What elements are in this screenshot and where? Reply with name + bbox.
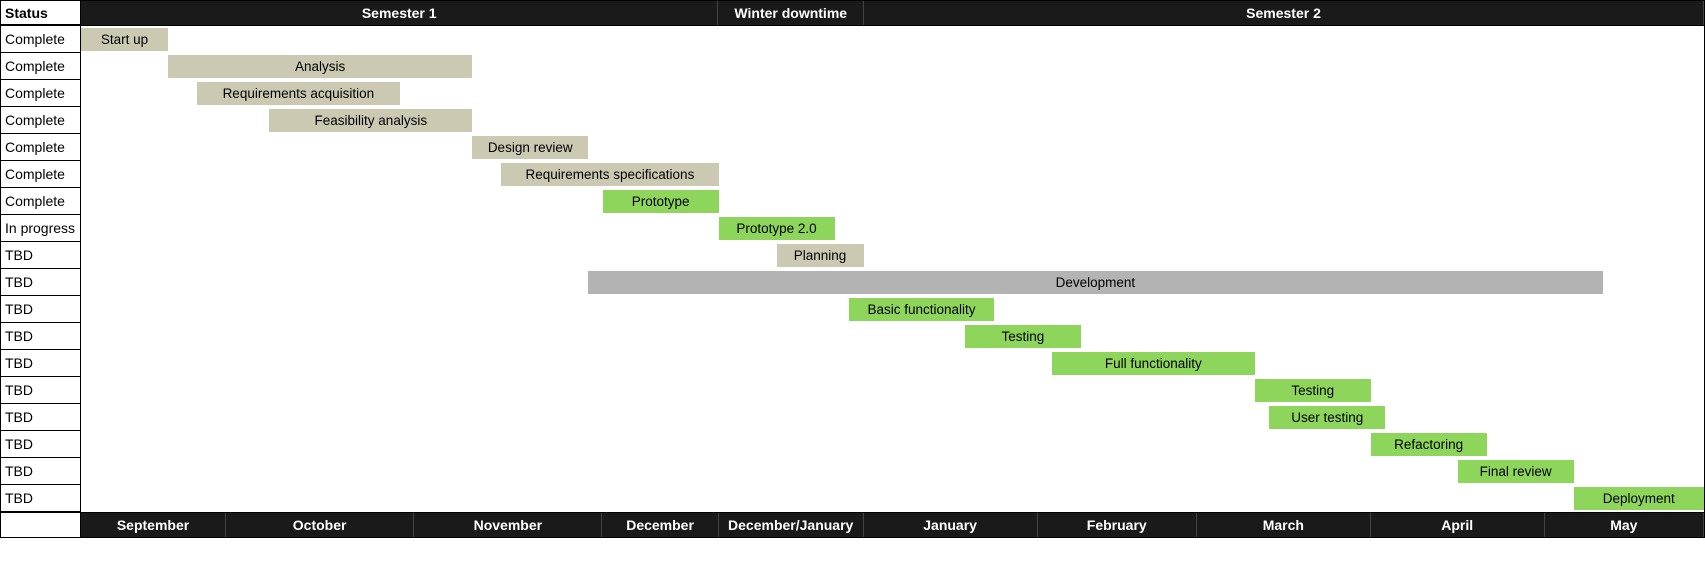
status-cell: TBD [1, 323, 81, 350]
gantt-track: Refactoring [81, 431, 1704, 458]
section-header: Semester 2 [864, 1, 1704, 25]
gantt-row: Complete Design review [1, 134, 1704, 161]
status-cell: TBD [1, 485, 81, 512]
gantt-track: Requirements acquisition [81, 80, 1704, 107]
status-cell: TBD [1, 404, 81, 431]
gantt-bar[interactable]: Prototype 2.0 [719, 217, 835, 240]
month-footer: April [1371, 513, 1545, 537]
month-footers: SeptemberOctoberNovemberDecemberDecember… [81, 513, 1704, 537]
gantt-row: Complete Prototype [1, 188, 1704, 215]
gantt-track: Prototype [81, 188, 1704, 215]
gantt-track: Analysis [81, 53, 1704, 80]
gantt-row: Complete Analysis [1, 53, 1704, 80]
month-footer: May [1545, 513, 1704, 537]
status-cell: Complete [1, 188, 81, 215]
gantt-bar[interactable]: Testing [965, 325, 1081, 348]
gantt-bar[interactable]: Planning [777, 244, 864, 267]
gantt-track: Requirements specifications [81, 161, 1704, 188]
gantt-row: TBD Final review [1, 458, 1704, 485]
status-cell: TBD [1, 458, 81, 485]
gantt-row: Complete Requirements acquisition [1, 80, 1704, 107]
gantt-row: TBD User testing [1, 404, 1704, 431]
gantt-footer: SeptemberOctoberNovemberDecemberDecember… [1, 512, 1704, 537]
gantt-track: Deployment [81, 485, 1704, 512]
gantt-row: Complete Requirements specifications [1, 161, 1704, 188]
gantt-track: User testing [81, 404, 1704, 431]
gantt-track: Testing [81, 323, 1704, 350]
gantt-bar[interactable]: Requirements specifications [501, 163, 718, 186]
gantt-bar[interactable]: Prototype [603, 190, 719, 213]
status-footer-blank [1, 513, 81, 537]
status-cell: In progress [1, 215, 81, 242]
month-footer: January [864, 513, 1038, 537]
gantt-chart: Status Semester 1Winter downtimeSemester… [0, 0, 1705, 538]
gantt-row: In progress Prototype 2.0 [1, 215, 1704, 242]
gantt-row: TBD Planning [1, 242, 1704, 269]
gantt-row: TBD Testing [1, 377, 1704, 404]
gantt-bar[interactable]: Full functionality [1052, 352, 1255, 375]
status-cell: Complete [1, 80, 81, 107]
month-footer: October [226, 513, 414, 537]
gantt-track: Final review [81, 458, 1704, 485]
gantt-bar[interactable]: Deployment [1574, 487, 1704, 510]
gantt-bar[interactable]: Basic functionality [849, 298, 994, 321]
gantt-track: Planning [81, 242, 1704, 269]
status-header: Status [1, 1, 81, 25]
gantt-row: TBD Development [1, 269, 1704, 296]
status-cell: TBD [1, 242, 81, 269]
month-footer: March [1197, 513, 1371, 537]
gantt-track: Design review [81, 134, 1704, 161]
gantt-track: Testing [81, 377, 1704, 404]
month-footer: December/January [719, 513, 864, 537]
month-footer: December [602, 513, 718, 537]
gantt-row: TBD Basic functionality [1, 296, 1704, 323]
gantt-bar[interactable]: Start up [81, 28, 168, 51]
gantt-bar[interactable]: Analysis [168, 55, 472, 78]
gantt-bar[interactable]: Design review [472, 136, 588, 159]
section-header: Winter downtime [718, 1, 864, 25]
gantt-bar[interactable]: Testing [1255, 379, 1371, 402]
status-cell: TBD [1, 377, 81, 404]
month-footer: February [1038, 513, 1197, 537]
gantt-row: CompleteStart up [1, 26, 1704, 53]
section-header: Semester 1 [81, 1, 718, 25]
month-footer: September [81, 513, 226, 537]
gantt-bar[interactable]: Final review [1458, 460, 1574, 483]
status-cell: TBD [1, 431, 81, 458]
status-cell: Complete [1, 161, 81, 188]
gantt-track: Prototype 2.0 [81, 215, 1704, 242]
status-cell: TBD [1, 296, 81, 323]
gantt-track: Full functionality [81, 350, 1704, 377]
status-cell: Complete [1, 53, 81, 80]
gantt-track: Feasibility analysis [81, 107, 1704, 134]
gantt-row: TBD Testing [1, 323, 1704, 350]
section-headers: Semester 1Winter downtimeSemester 2 [81, 1, 1704, 25]
gantt-track: Development [81, 269, 1704, 296]
gantt-bar[interactable]: Requirements acquisition [197, 82, 400, 105]
gantt-header: Status Semester 1Winter downtimeSemester… [1, 1, 1704, 26]
gantt-row: TBD Full functionality [1, 350, 1704, 377]
status-cell: TBD [1, 350, 81, 377]
gantt-bar[interactable]: User testing [1269, 406, 1385, 429]
gantt-body: CompleteStart upCompleteAnalysisComplete… [1, 26, 1704, 512]
gantt-row: Complete Feasibility analysis [1, 107, 1704, 134]
status-cell: Complete [1, 107, 81, 134]
month-footer: November [414, 513, 602, 537]
gantt-row: TBD Refactoring [1, 431, 1704, 458]
status-cell: TBD [1, 269, 81, 296]
gantt-track: Start up [81, 26, 1704, 53]
gantt-row: TBD Deployment [1, 485, 1704, 512]
gantt-bar[interactable]: Feasibility analysis [269, 109, 472, 132]
status-cell: Complete [1, 134, 81, 161]
status-cell: Complete [1, 26, 81, 53]
gantt-bar[interactable]: Development [588, 271, 1602, 294]
gantt-track: Basic functionality [81, 296, 1704, 323]
gantt-bar[interactable]: Refactoring [1371, 433, 1487, 456]
